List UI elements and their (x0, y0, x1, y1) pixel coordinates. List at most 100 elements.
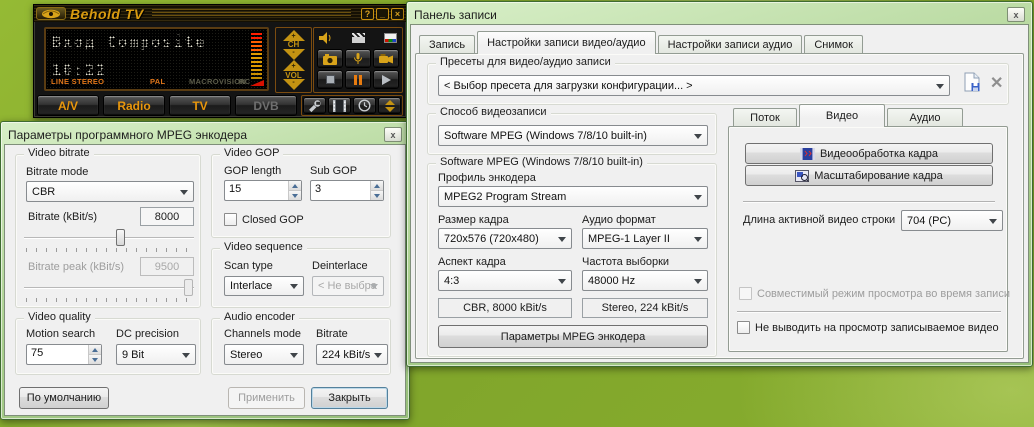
speaker-icon[interactable] (319, 32, 332, 44)
closed-gop-checkbox[interactable] (224, 213, 237, 226)
subtab-stream[interactable]: Поток (733, 108, 797, 127)
tab-audio-settings[interactable]: Настройки записи аудио (658, 35, 803, 54)
frame-size-combo[interactable]: 720x576 (720x480) (438, 228, 572, 249)
bitrate-slider-thumb[interactable] (116, 229, 125, 246)
mode-button-row: A/V Radio TV DVB (37, 95, 403, 116)
spin-down-button[interactable] (89, 354, 101, 364)
stop-button[interactable] (317, 70, 343, 89)
no-preview-label[interactable]: Не выводить на просмотр записываемое вид… (755, 322, 999, 334)
channel-up-button[interactable]: + (283, 30, 305, 41)
chevron-down-icon (370, 284, 378, 289)
spin-down-button[interactable] (289, 190, 301, 200)
av-mode-button[interactable]: A/V (37, 95, 99, 116)
mpeg-dialog-title: Параметры программного MPEG энкодера (8, 128, 384, 142)
chevron-down-icon (374, 353, 382, 358)
bitrate-mode-label: Bitrate mode (26, 166, 88, 178)
behold-title: Behold TV (70, 6, 144, 22)
mpeg-encoder-dialog: Параметры программного MPEG энкодера x V… (0, 121, 410, 420)
chevron-down-icon (180, 190, 188, 195)
bitrate-value: 8000 (140, 207, 194, 226)
bitrate-mode-combo[interactable]: CBR (26, 181, 194, 202)
mpeg-dialog-titlebar[interactable]: Параметры программного MPEG энкодера x (4, 125, 406, 144)
close-icon[interactable]: x (1007, 7, 1025, 22)
status-macrovision: MACROVISION (189, 77, 246, 86)
minimize-button[interactable]: _ (376, 8, 389, 20)
encoder-profile-combo[interactable]: MPEG2 Program Stream (438, 186, 708, 207)
behold-titlebar[interactable]: Behold TV ? _ × (34, 5, 406, 22)
chevron-down-icon (936, 84, 944, 89)
volume-up-button[interactable]: + (283, 60, 305, 71)
chevron-down-icon (182, 353, 190, 358)
close-button[interactable]: Закрыть (311, 387, 388, 409)
radio-mode-button[interactable]: Radio (103, 95, 165, 116)
sample-rate-combo[interactable]: 48000 Hz (582, 270, 708, 291)
chevron-down-icon (989, 219, 997, 224)
tab-snapshot[interactable]: Снимок (804, 35, 863, 54)
gop-length-spinner[interactable]: 15 (224, 180, 302, 201)
clapperboard-icon[interactable] (352, 33, 365, 43)
input-source-text: Вход Composite (52, 33, 206, 51)
sub-gop-spinner[interactable]: 3 (310, 180, 384, 201)
no-preview-checkbox[interactable] (737, 321, 750, 334)
motion-search-spinner[interactable]: 75 (26, 344, 102, 365)
scan-type-combo[interactable]: Interlace (224, 276, 304, 296)
audio-bitrate-combo[interactable]: 224 kBit/s (316, 344, 388, 365)
record-method-combo[interactable]: Software MPEG (Windows 7/8/10 built-in) (438, 125, 708, 146)
spin-up-button[interactable] (289, 181, 301, 190)
record-panel-titlebar[interactable]: Панель записи x (410, 5, 1029, 24)
deinterlace-combo: < Не выбра (312, 276, 384, 296)
mpeg-params-button[interactable]: Параметры MPEG энкодера (438, 325, 708, 348)
led-display: Вход Composite 10:22 LINE STEREO PAL MAC… (44, 27, 269, 91)
audio-format-combo[interactable]: MPEG-1 Layer II (582, 228, 708, 249)
presets-group: Пресеты для видео/аудио записи < Выбор п… (427, 63, 1009, 105)
video-files-button[interactable] (328, 97, 351, 114)
video-processing-button[interactable]: Видеообработка кадра (745, 143, 993, 164)
active-line-length-combo[interactable]: 704 (PC) (901, 210, 1003, 231)
tab-video-audio-settings[interactable]: Настройки записи видео/аудио (477, 31, 655, 54)
channel-down-button[interactable]: - (283, 49, 305, 60)
aspect-combo[interactable]: 4:3 (438, 270, 572, 291)
settings-button[interactable] (303, 97, 326, 114)
spin-up-button[interactable] (89, 345, 101, 354)
save-preset-icon[interactable] (964, 72, 981, 92)
spin-up-button[interactable] (371, 181, 383, 190)
audio-record-button[interactable] (345, 49, 371, 68)
help-button[interactable]: ? (361, 8, 374, 20)
close-button[interactable]: × (391, 8, 404, 20)
scheduler-button[interactable] (353, 97, 376, 114)
dvb-mode-button[interactable]: DVB (235, 95, 297, 116)
bitrate-slider[interactable] (24, 229, 194, 246)
close-icon[interactable]: x (384, 127, 402, 142)
volume-down-button[interactable]: - (283, 79, 305, 90)
snapshot-button[interactable] (317, 49, 343, 68)
pause-button[interactable] (345, 70, 371, 89)
dc-precision-combo[interactable]: 9 Bit (116, 344, 196, 365)
channels-mode-combo[interactable]: Stereo (224, 344, 304, 365)
rc-signal-icon (250, 80, 264, 86)
tv-mode-button[interactable]: TV (169, 95, 231, 116)
delete-preset-icon[interactable]: ✕ (990, 73, 1003, 93)
frame-scaling-button[interactable]: Масштабирование кадра (745, 165, 993, 186)
preset-combo[interactable]: < Выбор пресета для загрузки конфигураци… (438, 75, 950, 96)
chevron-down-icon (558, 237, 566, 242)
expand-collapse-button[interactable] (378, 97, 401, 114)
gop-length-label: GOP length (224, 165, 281, 177)
subtab-audio[interactable]: Аудио (887, 108, 963, 127)
defaults-button[interactable]: По умолчанию (19, 387, 109, 409)
audio-bitrate-info: Stereo, 224 kBit/s (582, 298, 708, 318)
chevron-down-icon (290, 353, 298, 358)
closed-gop-label[interactable]: Closed GOP (242, 214, 304, 226)
play-button[interactable] (373, 70, 399, 89)
video-bitrate-group: Video bitrate Bitrate mode CBR Bitrate (… (15, 154, 201, 308)
chevron-down-icon (290, 284, 298, 289)
tab-record[interactable]: Запись (419, 35, 475, 54)
video-gop-group: Video GOP GOP length 15 Sub GOP 3 Closed… (211, 154, 391, 238)
scan-type-label: Scan type (224, 260, 273, 272)
spin-down-button[interactable] (371, 190, 383, 200)
utility-button-box (301, 95, 403, 116)
display-mode-icon[interactable] (384, 33, 397, 43)
subtab-video[interactable]: Видео (799, 104, 885, 127)
vol-label: VOL (285, 72, 301, 79)
video-record-button[interactable] (373, 49, 399, 68)
mpeg-dialog-client: Video bitrate Bitrate mode CBR Bitrate (… (4, 144, 406, 416)
